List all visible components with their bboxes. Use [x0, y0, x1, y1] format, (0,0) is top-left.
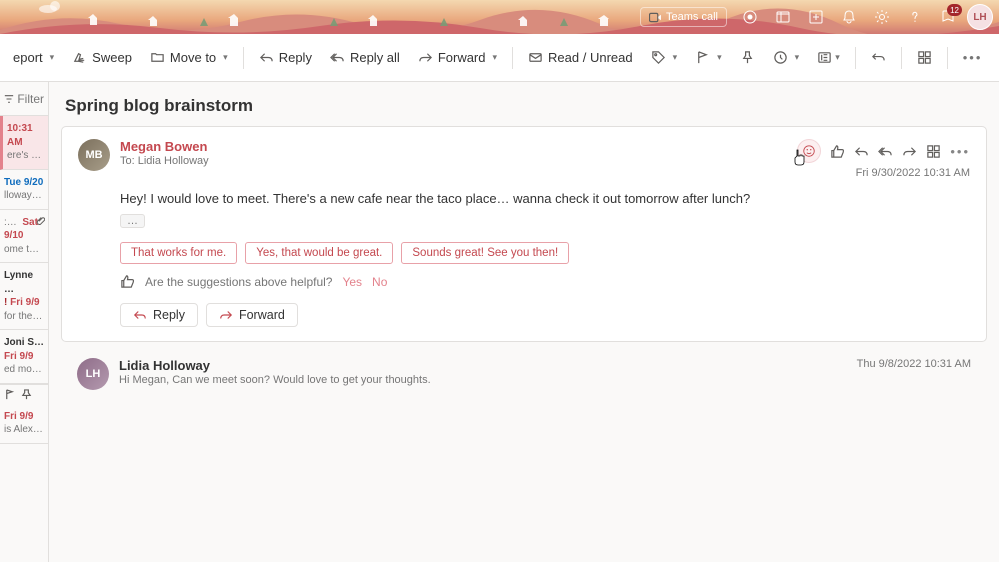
- reply-inline-button[interactable]: Reply: [120, 303, 198, 327]
- sender-avatar: LH: [77, 358, 109, 390]
- message-body: Hey! I would love to meet. There's a new…: [120, 191, 970, 206]
- replyall-icon[interactable]: [878, 144, 893, 159]
- list-item[interactable]: Tue 9/20 lloway…: [0, 170, 48, 210]
- feedback-yes[interactable]: Yes: [342, 275, 362, 289]
- feedback-icon: [120, 274, 135, 289]
- sweep-button[interactable]: Sweep: [65, 45, 139, 70]
- thread-title: Spring blog brainstorm: [61, 92, 987, 126]
- reply-button[interactable]: Reply: [252, 45, 319, 70]
- list-item[interactable]: Lynne … ! Fri 9/9 for the…: [0, 263, 48, 330]
- move-to-button[interactable]: Move to▾: [143, 45, 235, 70]
- report-button[interactable]: eport▾: [6, 45, 61, 70]
- previous-preview: Hi Megan, Can we meet soon? Would love t…: [119, 374, 431, 386]
- sender-avatar[interactable]: MB: [78, 139, 110, 171]
- suggested-replies: That works for me. Yes, that would be gr…: [120, 242, 970, 264]
- app-header: Teams call 12 LH: [0, 0, 999, 34]
- activity-badge: 12: [947, 4, 962, 16]
- tag-button[interactable]: ▾: [644, 45, 685, 70]
- list-item[interactable]: 10:31 AM ere's a …: [0, 116, 48, 170]
- list-item[interactable]: Joni S… Fri 9/9 ed mov…: [0, 330, 48, 384]
- teams-call-button[interactable]: Teams call: [640, 7, 727, 27]
- cursor-icon: [792, 149, 808, 167]
- previous-message-summary[interactable]: LH Lidia Holloway Hi Megan, Can we meet …: [61, 352, 987, 398]
- reading-pane: Spring blog brainstorm MB Megan Bowen To…: [49, 82, 999, 562]
- reply-icon[interactable]: [854, 144, 869, 159]
- immersive-reader-button[interactable]: ▾: [810, 45, 847, 70]
- overflow-icon[interactable]: •••: [950, 144, 970, 159]
- read-unread-button[interactable]: Read / Unread: [521, 45, 640, 70]
- snooze-button[interactable]: ▾: [766, 45, 807, 70]
- overflow-button[interactable]: •••: [956, 45, 990, 70]
- pin-row: [0, 384, 48, 404]
- from-name: Megan Bowen: [120, 139, 787, 154]
- header-icon-2[interactable]: [769, 3, 797, 31]
- undo-button[interactable]: [864, 45, 893, 70]
- expand-quoted-button[interactable]: …: [120, 214, 145, 228]
- activity-icon[interactable]: 12: [934, 3, 962, 31]
- attachment-icon: [36, 216, 45, 225]
- forward-icon[interactable]: [902, 144, 917, 159]
- apps-button[interactable]: [910, 45, 939, 70]
- pin-button[interactable]: [733, 45, 762, 70]
- profile-avatar[interactable]: LH: [967, 4, 993, 30]
- suggested-reply[interactable]: Yes, that would be great.: [245, 242, 393, 264]
- list-item[interactable]: :… Sat 9/10 ome to…: [0, 210, 48, 264]
- flag-button[interactable]: ▾: [688, 45, 729, 70]
- forward-inline-button[interactable]: Forward: [206, 303, 298, 327]
- list-item[interactable]: Fri 9/9 is Alex I…: [0, 404, 48, 444]
- help-icon[interactable]: [901, 3, 929, 31]
- command-toolbar: eport▾ Sweep Move to▾ Reply Reply all Fo…: [0, 34, 999, 82]
- to-line: To: Lidia Holloway: [120, 155, 787, 167]
- pin-icon: [21, 389, 32, 400]
- previous-from: Lidia Holloway: [119, 358, 431, 373]
- forward-button[interactable]: Forward▾: [411, 45, 504, 70]
- teams-call-label: Teams call: [666, 11, 718, 23]
- settings-icon[interactable]: [868, 3, 896, 31]
- suggestion-feedback: Are the suggestions above helpful? Yes N…: [120, 274, 970, 289]
- message-card: MB Megan Bowen To: Lidia Holloway: [61, 126, 987, 342]
- reply-all-button[interactable]: Reply all: [323, 45, 407, 70]
- message-date: Fri 9/30/2022 10:31 AM: [856, 167, 970, 179]
- feedback-no[interactable]: No: [372, 275, 387, 289]
- suggested-reply[interactable]: That works for me.: [120, 242, 237, 264]
- header-icon-1[interactable]: [736, 3, 764, 31]
- header-icon-3[interactable]: [802, 3, 830, 31]
- notifications-icon[interactable]: [835, 3, 863, 31]
- suggested-reply[interactable]: Sounds great! See you then!: [401, 242, 569, 264]
- previous-date: Thu 9/8/2022 10:31 AM: [857, 358, 971, 370]
- flag-icon: [4, 389, 15, 400]
- message-list-pane: Filter 10:31 AM ere's a … Tue 9/20 llowa…: [0, 82, 49, 562]
- filter-button[interactable]: Filter: [4, 92, 44, 106]
- apps-icon[interactable]: [926, 144, 941, 159]
- like-icon[interactable]: [830, 144, 845, 159]
